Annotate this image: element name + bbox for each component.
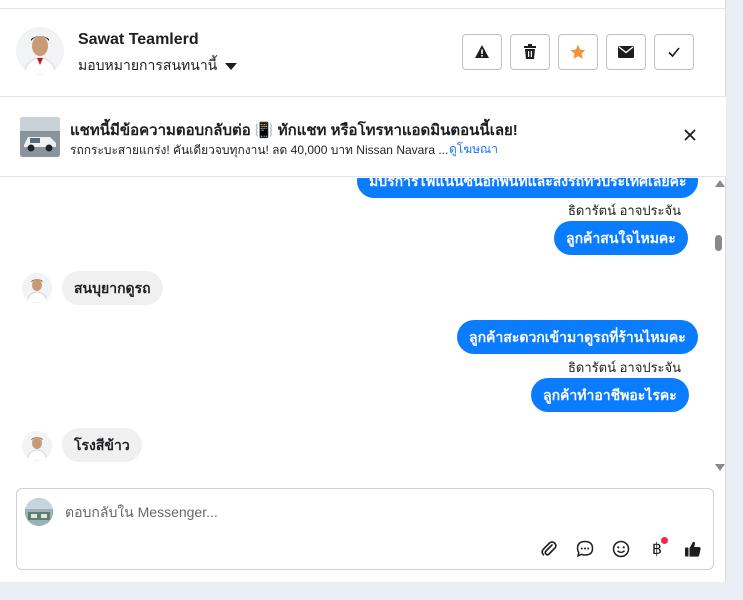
thumbs-up-icon (685, 541, 701, 557)
emoji-button[interactable] (609, 537, 633, 561)
like-button[interactable] (681, 537, 705, 561)
avatar (22, 431, 52, 461)
contact-name: Sawat Teamlerd (78, 31, 199, 48)
mail-icon (618, 46, 634, 58)
report-button[interactable] (462, 34, 502, 70)
chevron-down-icon (225, 62, 238, 70)
star-icon (570, 44, 586, 59)
delete-button[interactable] (510, 34, 550, 70)
avatar (22, 273, 52, 303)
star-button[interactable] (558, 34, 598, 70)
attach-button[interactable] (537, 537, 561, 561)
header-actions (462, 34, 694, 70)
ad-thumbnail[interactable] (20, 117, 60, 157)
assign-dropdown[interactable]: มอบหมายการสนทนานี้ (78, 55, 238, 77)
view-ad-link[interactable]: ดูโฆษณา (449, 140, 498, 159)
conversation-panel: Sawat Teamlerd มอบหมายการสนทนานี้ แชทนี้… (0, 0, 726, 582)
payment-button[interactable]: ฿ (645, 537, 669, 561)
message-bubble-outgoing[interactable]: ลูกค้าสะดวกเข้ามาดูรถที่ร้านไหมคะ (457, 320, 698, 354)
assign-label: มอบหมายการสนทนานี้ (78, 57, 218, 73)
scroll-down-arrow-icon[interactable] (715, 464, 725, 471)
mark-done-button[interactable] (654, 34, 694, 70)
reply-input[interactable] (65, 501, 665, 523)
chat-bubble-icon (576, 540, 594, 558)
close-icon (684, 129, 696, 141)
page-avatar (25, 498, 53, 526)
paperclip-icon (541, 541, 557, 556)
sender-name: ธิดารัตน์ อาจประจัน (568, 203, 682, 218)
check-icon (668, 47, 680, 58)
close-banner-button[interactable] (680, 125, 700, 145)
mark-unread-button[interactable] (606, 34, 646, 70)
conversation-header: Sawat Teamlerd มอบหมายการสนทนานี้ (0, 9, 726, 97)
ad-title: แชทนี้มีข้อความตอบกลับต่อ 📳 ทักแชท หรือโ… (70, 122, 518, 139)
trash-icon (524, 44, 536, 59)
message-composer: ฿ (16, 488, 714, 570)
ad-subtitle: รถกระบะสายแกร่ง! คันเดียวจบทุกงาน! ลด 40… (70, 143, 449, 157)
scrollbar[interactable] (712, 178, 726, 472)
ad-banner: แชทนี้มีข้อความตอบกลับต่อ 📳 ทักแชท หรือโ… (0, 97, 726, 177)
message-bubble-incoming[interactable]: โรงสีข้าว (62, 428, 142, 462)
message-bubble-outgoing[interactable]: มีบริการไฟแนนซ์นอกพื้นที่และส่งรถทั่วประ… (357, 178, 699, 198)
composer-toolbar: ฿ (537, 537, 705, 561)
message-bubble-outgoing[interactable]: ลูกค้าทำอาชีพอะไรคะ (531, 378, 689, 412)
smiley-icon (612, 540, 630, 558)
message-thread[interactable]: มีบริการไฟแนนซ์นอกพื้นที่และส่งรถทั่วประ… (0, 178, 712, 468)
notification-dot (661, 537, 668, 544)
avatar[interactable] (16, 27, 64, 75)
scroll-up-arrow-icon[interactable] (715, 180, 725, 187)
warning-icon (475, 45, 489, 58)
message-bubble-outgoing[interactable]: ลูกค้าสนใจไหมคะ (554, 221, 688, 255)
message-bubble-incoming[interactable]: สนบุยากดูรถ (62, 271, 163, 305)
saved-replies-button[interactable] (573, 537, 597, 561)
scrollbar-thumb[interactable] (715, 235, 722, 251)
sender-name: ธิดารัตน์ อาจประจัน (568, 360, 682, 375)
